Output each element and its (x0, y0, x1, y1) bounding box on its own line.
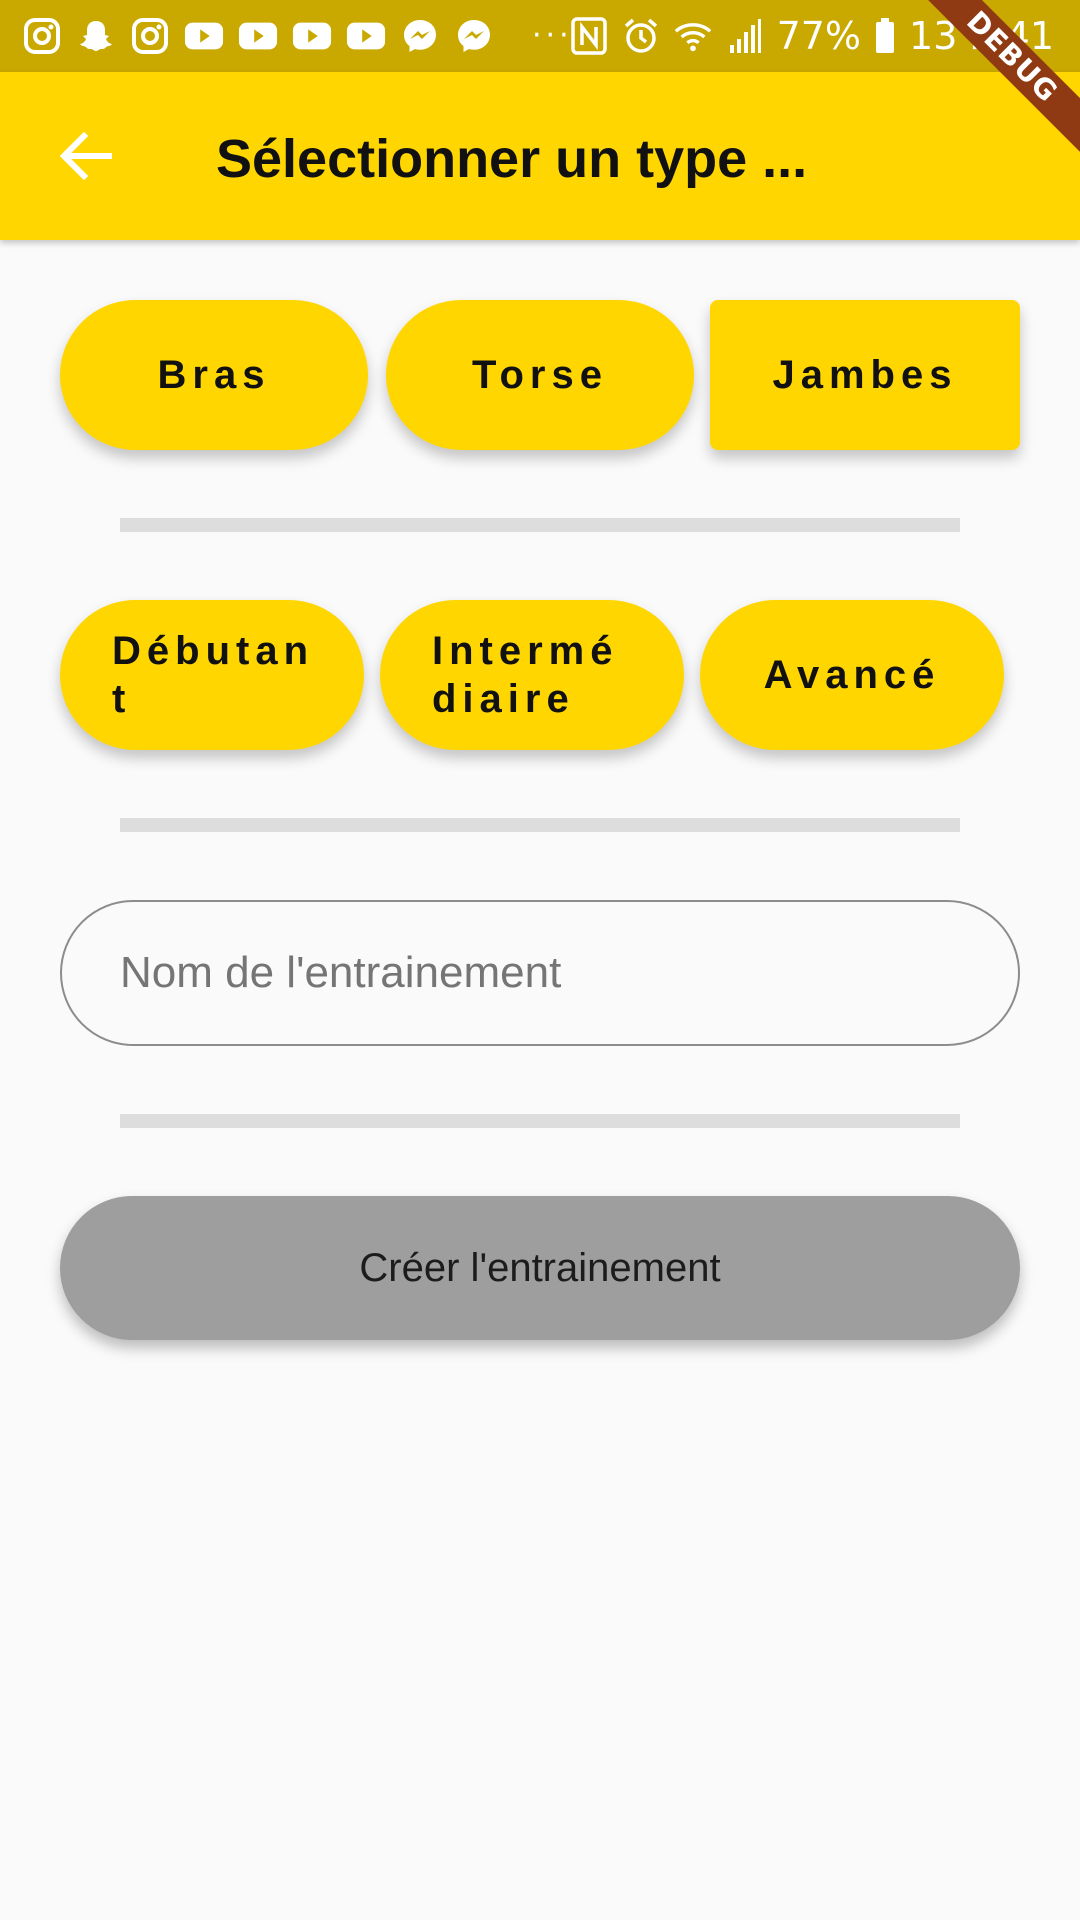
wifi-icon (673, 16, 713, 56)
option-jambes[interactable]: Jambes (710, 300, 1020, 450)
notification-icons: ··· (22, 0, 573, 72)
divider (120, 518, 960, 532)
more-notifications-dots: ··· (532, 18, 573, 53)
signal-icon (725, 16, 765, 56)
option-debutant-line2: t (112, 677, 132, 721)
messenger-icon (454, 16, 494, 56)
battery-icon (873, 16, 897, 56)
divider (120, 1114, 960, 1128)
option-intermediaire-line2: diaire (432, 677, 575, 721)
option-debutant-line1: Débutan (112, 629, 314, 673)
instagram-icon (130, 16, 170, 56)
option-intermediaire-line1: Intermé (432, 629, 619, 673)
option-avance[interactable]: Avancé (700, 600, 1004, 750)
workout-name-input[interactable] (60, 900, 1020, 1046)
page-title: Sélectionner un type ... (216, 129, 808, 189)
snapchat-icon (76, 16, 116, 56)
alarm-icon (621, 16, 661, 56)
instagram-icon (22, 16, 62, 56)
messenger-icon (400, 16, 440, 56)
arrow-back-icon (60, 132, 112, 180)
back-button[interactable] (54, 124, 118, 188)
option-torse[interactable]: Torse (386, 300, 694, 450)
battery-percent: 77% (776, 14, 862, 58)
option-debutant[interactable]: Débutan t (60, 600, 364, 750)
youtube-icon (184, 16, 224, 56)
youtube-icon (238, 16, 278, 56)
nfc-icon (569, 16, 609, 56)
option-bras[interactable]: Bras (60, 300, 368, 450)
divider (120, 818, 960, 832)
option-intermediaire[interactable]: Intermé diaire (380, 600, 684, 750)
youtube-icon (346, 16, 386, 56)
status-bar: ··· 77% 13 h 41 (0, 0, 1080, 72)
create-workout-button[interactable]: Créer l'entrainement (60, 1196, 1020, 1340)
youtube-icon (292, 16, 332, 56)
app-bar: Sélectionner un type ... (0, 72, 1080, 240)
